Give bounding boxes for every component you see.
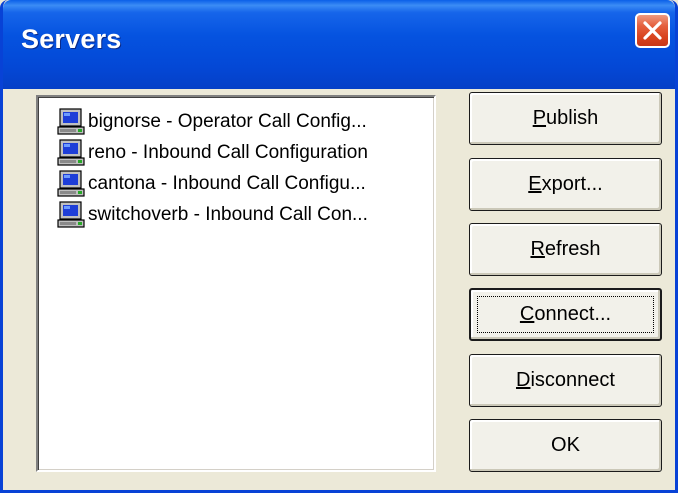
refresh-button[interactable]: Refresh (469, 223, 662, 276)
server-label: switchoverb - Inbound Call Con... (88, 204, 368, 225)
computer-icon (57, 170, 85, 197)
disconnect-button-label: Disconnect (516, 369, 615, 391)
ok-button-label: OK (551, 434, 580, 456)
list-item[interactable]: bignorse - Operator Call Config... (57, 107, 367, 137)
export-button[interactable]: Export... (469, 158, 662, 211)
server-label: cantona - Inbound Call Configu... (88, 173, 366, 194)
computer-icon (57, 139, 85, 166)
close-button[interactable] (635, 13, 670, 48)
server-label: reno - Inbound Call Configuration (88, 142, 368, 163)
connect-button-label: Connect... (519, 303, 612, 325)
server-label: bignorse - Operator Call Config... (88, 111, 367, 132)
export-button-label: Export... (528, 173, 603, 195)
ok-button[interactable]: OK (469, 419, 662, 472)
servers-dialog: Servers bignorse - Operator Call Config.… (0, 0, 678, 493)
list-item[interactable]: switchoverb - Inbound Call Con... (57, 200, 368, 230)
publish-button-label: Publish (532, 107, 599, 129)
computer-icon (57, 201, 85, 228)
disconnect-button[interactable]: Disconnect (469, 354, 662, 407)
list-item[interactable]: cantona - Inbound Call Configu... (57, 169, 366, 199)
server-list[interactable]: bignorse - Operator Call Config... reno … (36, 95, 436, 472)
list-item[interactable]: reno - Inbound Call Configuration (57, 138, 368, 168)
window-title: Servers (21, 24, 122, 54)
close-icon (643, 21, 662, 40)
title-bar[interactable]: Servers (3, 0, 675, 89)
dialog-body: bignorse - Operator Call Config... reno … (3, 89, 675, 490)
connect-button[interactable]: Connect... (469, 288, 662, 341)
refresh-button-label: Refresh (530, 238, 601, 260)
computer-icon (57, 108, 85, 135)
publish-button[interactable]: Publish (469, 92, 662, 145)
